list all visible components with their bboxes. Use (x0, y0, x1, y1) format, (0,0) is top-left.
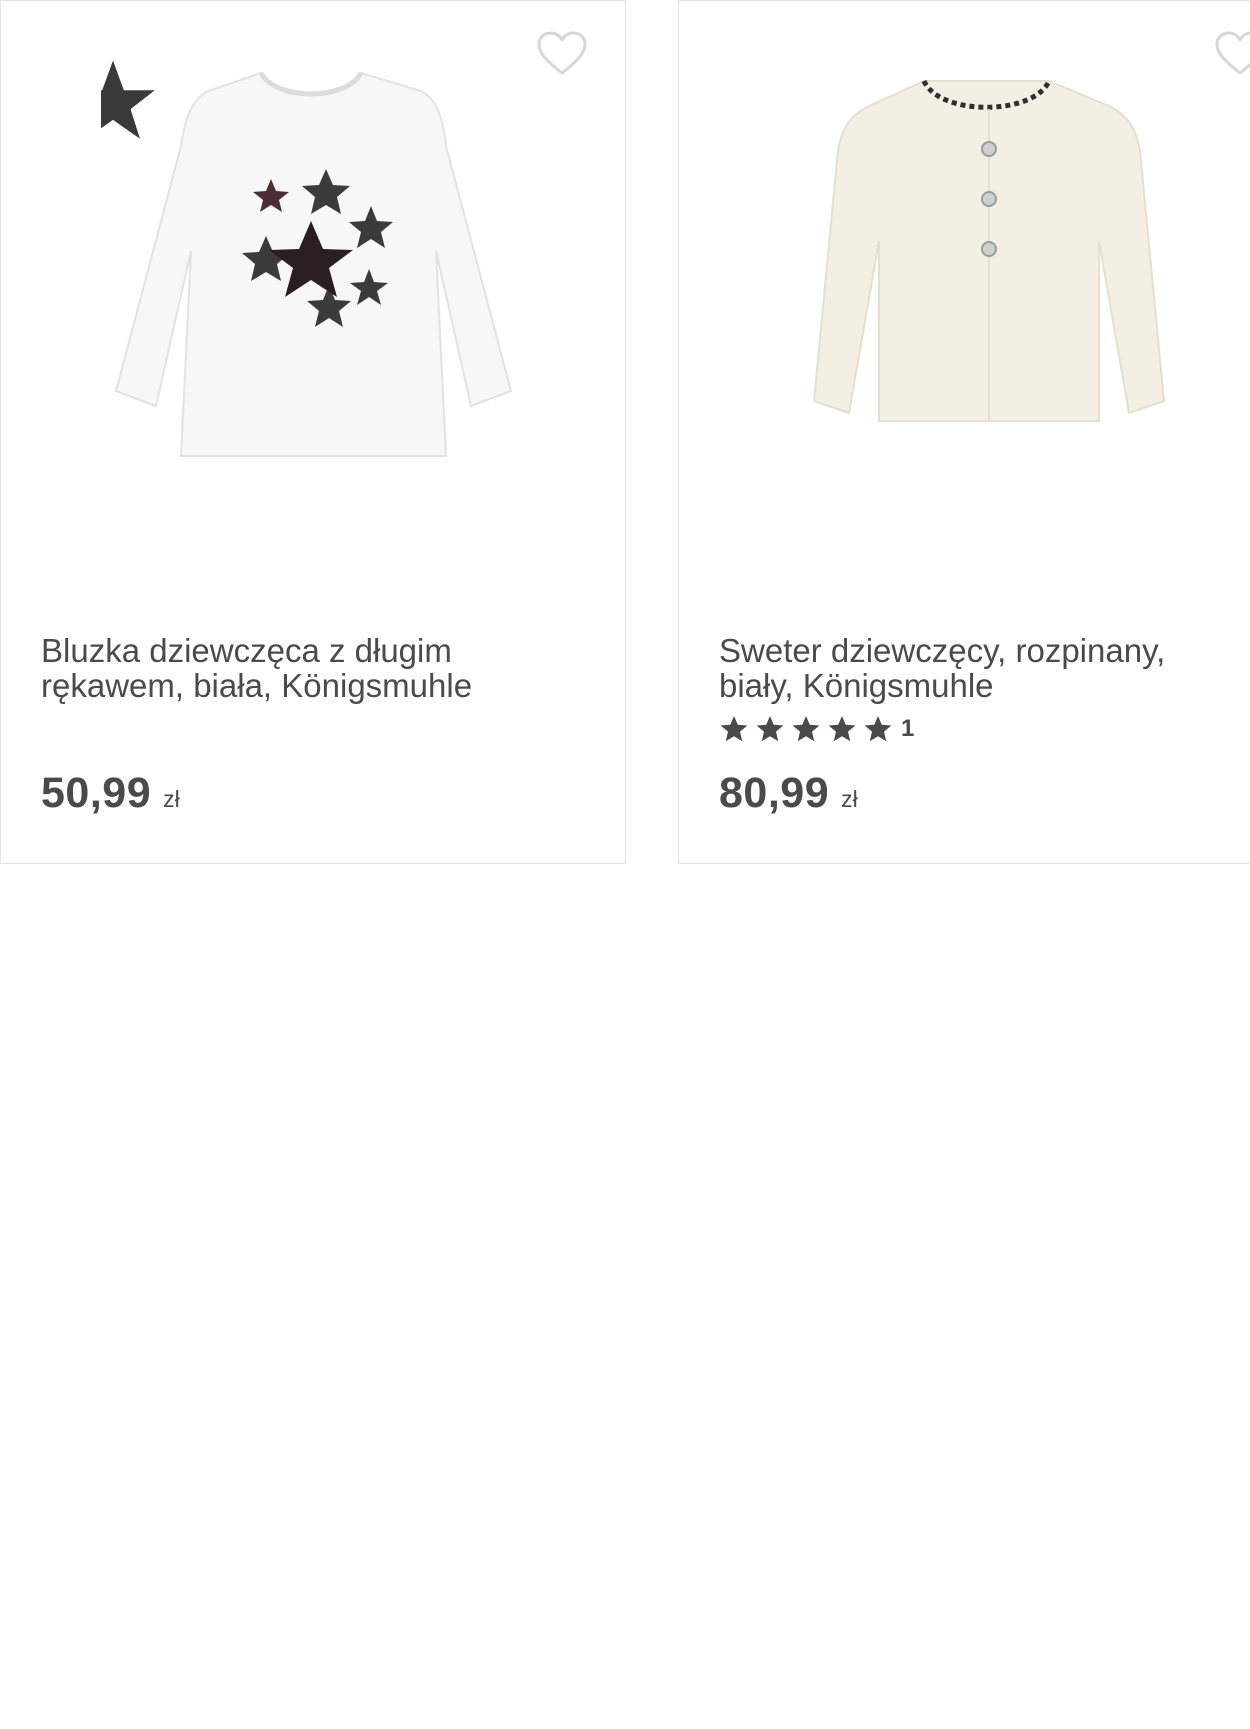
star-icon (792, 715, 820, 742)
product-card[interactable]: Sweter dziewczęcy, rozpinany, biały, Kön… (678, 0, 1250, 864)
star-icon (864, 715, 892, 742)
product-image-cardigan[interactable] (779, 61, 1209, 471)
price-amount: 50,99 (41, 769, 152, 817)
product-title-line: Sweter dziewczęcy, rozpinany, (719, 632, 1166, 669)
star-icon (828, 715, 856, 742)
star-icon (756, 715, 784, 742)
price-currency: zł (841, 786, 858, 812)
product-title[interactable]: Sweter dziewczęcy, rozpinany, biały, Kön… (719, 633, 1250, 703)
rating-count: 1 (901, 715, 915, 742)
product-image-blouse[interactable] (71, 60, 531, 471)
product-title-line: rękawem, biała, Königsmuhle (41, 667, 473, 704)
price-amount: 80,99 (719, 769, 830, 817)
favorite-heart-icon[interactable] (1214, 31, 1250, 77)
product-title-line: biały, Königsmuhle (719, 667, 994, 704)
favorite-heart-icon[interactable] (536, 31, 588, 77)
product-card[interactable]: Bluzka dziewczęca z długim rękawem, biał… (0, 0, 626, 864)
rating[interactable]: 1 (719, 713, 914, 745)
price-currency: zł (163, 786, 180, 812)
product-price: 80,99 zł (719, 769, 858, 818)
product-title-line: Bluzka dziewczęca z długim (41, 632, 452, 669)
product-price: 50,99 zł (41, 769, 180, 818)
star-icon (720, 715, 748, 742)
product-title[interactable]: Bluzka dziewczęca z długim rękawem, biał… (41, 633, 581, 703)
